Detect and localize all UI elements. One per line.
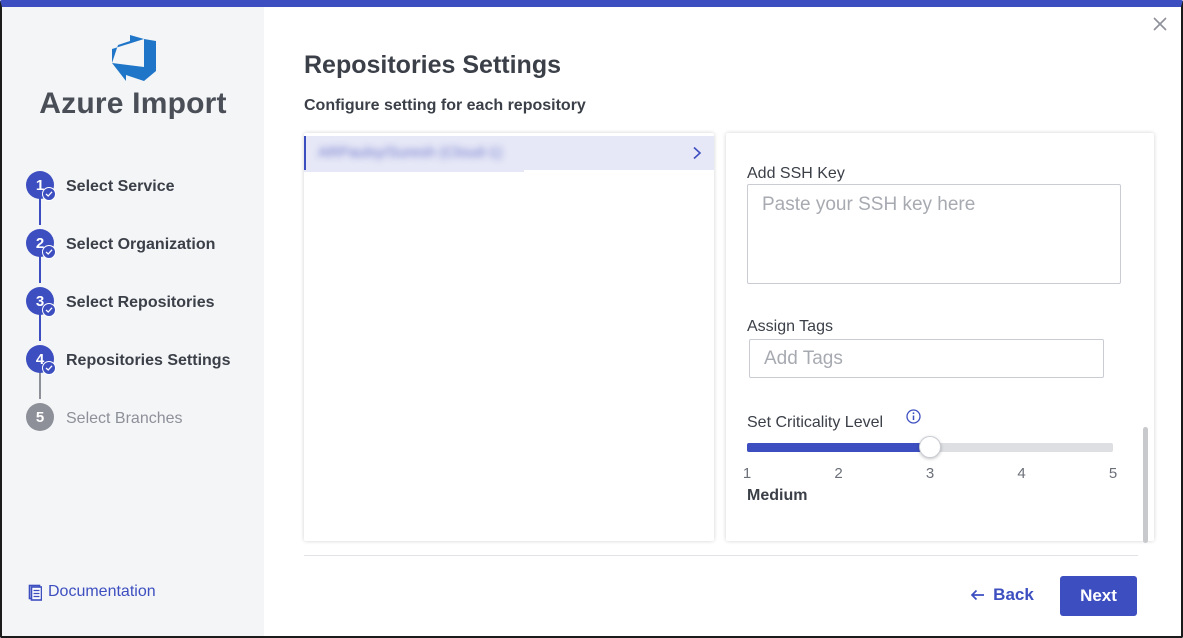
- step-label: Select Service: [66, 178, 175, 195]
- step-connector: [39, 311, 41, 341]
- tags-input[interactable]: [749, 339, 1104, 378]
- arrow-left-icon: [970, 589, 985, 601]
- repository-item[interactable]: ARPaulsy/Suresh (Cloud-1): [304, 136, 714, 170]
- documentation-link[interactable]: Documentation: [28, 583, 156, 601]
- close-icon[interactable]: [1151, 15, 1169, 33]
- back-button[interactable]: Back: [960, 576, 1044, 614]
- slider-tick-5: 5: [1108, 465, 1118, 482]
- back-label: Back: [993, 585, 1034, 604]
- page-title: Repositories Settings: [304, 51, 561, 79]
- criticality-slider[interactable]: [747, 433, 1113, 463]
- repository-item-divider: [304, 170, 524, 172]
- step-label: Repositories Settings: [66, 352, 231, 369]
- sidebar: Azure Import 1 Select Service 2 Select O…: [2, 7, 264, 636]
- check-icon: [42, 303, 56, 317]
- step-connector: [39, 369, 41, 399]
- repository-settings-panel: Add SSH Key Assign Tags Set Criticality …: [726, 133, 1154, 543]
- slider-thumb[interactable]: [919, 436, 941, 458]
- slider-fill: [747, 443, 930, 452]
- repository-list: ARPaulsy/Suresh (Cloud-1): [304, 133, 714, 541]
- footer-divider: [304, 555, 1138, 556]
- check-icon: [42, 361, 56, 375]
- ssh-key-label: Add SSH Key: [747, 165, 845, 182]
- chevron-right-icon: [693, 146, 702, 160]
- slider-tick-4: 4: [1017, 465, 1026, 482]
- slider-tick-labels: 1 2 3 4 5: [743, 465, 1117, 483]
- criticality-label: Set Criticality Level: [747, 414, 884, 431]
- slider-tick-1: 1: [742, 465, 752, 482]
- ssh-key-input[interactable]: [747, 184, 1121, 284]
- criticality-value: Medium: [747, 487, 808, 504]
- step-label: Select Repositories: [66, 294, 215, 311]
- slider-tick-3: 3: [925, 465, 935, 482]
- step-number: 5: [26, 403, 54, 431]
- azure-devops-logo-icon: [112, 35, 156, 81]
- tags-label: Assign Tags: [747, 318, 833, 335]
- check-icon: [42, 245, 56, 259]
- repository-name: ARPaulsy/Suresh (Cloud-1): [318, 144, 503, 161]
- check-icon: [42, 187, 56, 201]
- next-button[interactable]: Next: [1060, 576, 1137, 616]
- scrollbar[interactable]: [1143, 427, 1148, 543]
- info-icon[interactable]: [906, 409, 921, 424]
- page-subtitle: Configure setting for each repository: [304, 97, 586, 114]
- step-connector: [39, 195, 41, 225]
- import-dialog: Azure Import 1 Select Service 2 Select O…: [0, 0, 1183, 638]
- step-label: Select Branches: [66, 410, 183, 427]
- documentation-label: Documentation: [48, 583, 156, 600]
- app-title: Azure Import: [39, 87, 227, 120]
- slider-tick-2: 2: [834, 465, 843, 482]
- step-label: Select Organization: [66, 236, 216, 253]
- document-icon: [28, 584, 42, 601]
- step-connector: [39, 253, 41, 283]
